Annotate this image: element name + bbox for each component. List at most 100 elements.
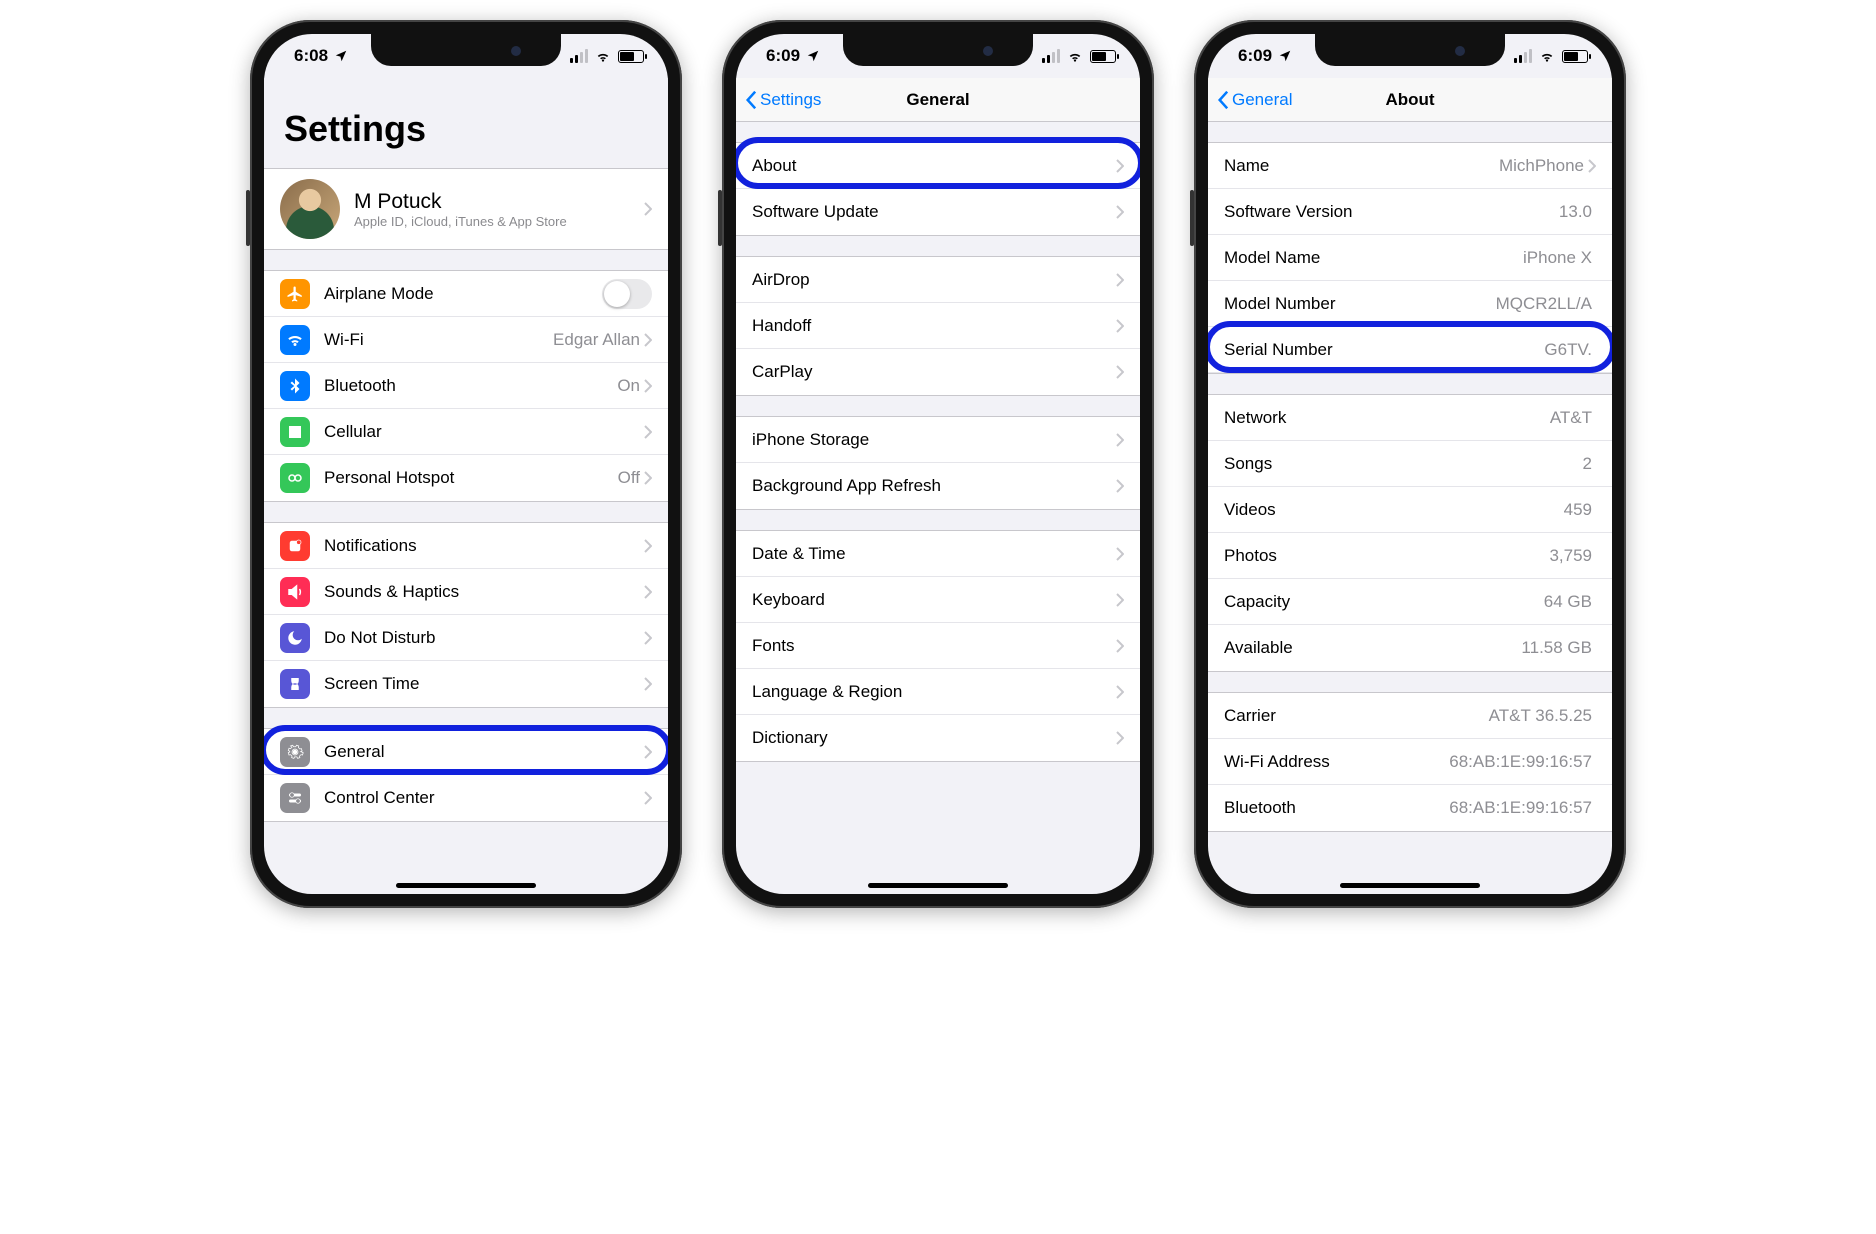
about-row-photos: Photos3,759 xyxy=(1208,533,1612,579)
settings-row-bluetooth[interactable]: Bluetooth On xyxy=(264,363,668,409)
settings-row-airplane[interactable]: Airplane Mode xyxy=(264,271,668,317)
chevron-right-icon xyxy=(1588,159,1596,173)
about-row-serial[interactable]: Serial NumberG6TV. xyxy=(1208,327,1612,373)
general-row-dictionary[interactable]: Dictionary xyxy=(736,715,1140,761)
cellular-icon xyxy=(280,417,310,447)
row-value: 68:AB:1E:99:16:57 xyxy=(1449,798,1592,818)
chevron-right-icon xyxy=(644,202,652,216)
home-indicator[interactable] xyxy=(396,883,536,888)
settings-row-dnd[interactable]: Do Not Disturb xyxy=(264,615,668,661)
row-label: Sounds & Haptics xyxy=(324,582,644,602)
about-row-network: NetworkAT&T xyxy=(1208,395,1612,441)
chevron-right-icon xyxy=(644,745,652,759)
about-row-songs: Songs2 xyxy=(1208,441,1612,487)
row-label: Model Name xyxy=(1224,248,1523,268)
back-button[interactable]: Settings xyxy=(744,90,821,110)
wifi-icon xyxy=(1538,49,1556,63)
row-label: Software Version xyxy=(1224,202,1559,222)
about-row-name[interactable]: Name MichPhone xyxy=(1208,143,1612,189)
cellular-signal-icon xyxy=(1514,49,1532,63)
airplane-toggle[interactable] xyxy=(602,279,652,309)
general-row-handoff[interactable]: Handoff xyxy=(736,303,1140,349)
settings-row-screentime[interactable]: Screen Time xyxy=(264,661,668,707)
home-indicator[interactable] xyxy=(868,883,1008,888)
location-icon xyxy=(1278,49,1292,63)
settings-row-cellular[interactable]: Cellular xyxy=(264,409,668,455)
page-title: Settings xyxy=(264,78,668,158)
nav-title: About xyxy=(1385,90,1434,110)
general-row-refresh[interactable]: Background App Refresh xyxy=(736,463,1140,509)
chevron-right-icon xyxy=(1116,685,1124,699)
row-value: 68:AB:1E:99:16:57 xyxy=(1449,752,1592,772)
settings-scroll[interactable]: Settings M Potuck Apple ID, iCloud, iTun… xyxy=(264,78,668,894)
chevron-right-icon xyxy=(1116,433,1124,447)
control-center-icon xyxy=(280,783,310,813)
row-value: 3,759 xyxy=(1549,546,1592,566)
battery-icon xyxy=(1562,50,1588,63)
row-label: Model Number xyxy=(1224,294,1496,314)
profile-name: M Potuck xyxy=(354,190,567,214)
notch xyxy=(1315,34,1505,66)
about-row-modelname[interactable]: Model NameiPhone X xyxy=(1208,235,1612,281)
row-label: Photos xyxy=(1224,546,1549,566)
about-row-modelnum[interactable]: Model NumberMQCR2LL/A xyxy=(1208,281,1612,327)
chevron-right-icon xyxy=(644,333,652,347)
general-row-about[interactable]: About xyxy=(736,143,1140,189)
apple-id-row[interactable]: M Potuck Apple ID, iCloud, iTunes & App … xyxy=(264,169,668,249)
general-row-datetime[interactable]: Date & Time xyxy=(736,531,1140,577)
general-row-fonts[interactable]: Fonts xyxy=(736,623,1140,669)
home-indicator[interactable] xyxy=(1340,883,1480,888)
about-row-btaddr: Bluetooth68:AB:1E:99:16:57 xyxy=(1208,785,1612,831)
chevron-right-icon xyxy=(644,425,652,439)
profile-subtitle: Apple ID, iCloud, iTunes & App Store xyxy=(354,214,567,229)
wifi-settings-icon xyxy=(280,325,310,355)
cellular-signal-icon xyxy=(570,49,588,63)
general-row-storage[interactable]: iPhone Storage xyxy=(736,417,1140,463)
row-label: Bluetooth xyxy=(324,376,617,396)
row-label: Personal Hotspot xyxy=(324,468,618,488)
row-value: 459 xyxy=(1564,500,1592,520)
settings-row-controlcenter[interactable]: Control Center xyxy=(264,775,668,821)
chevron-right-icon xyxy=(1116,639,1124,653)
battery-icon xyxy=(1090,50,1116,63)
wifi-icon xyxy=(594,49,612,63)
settings-row-wifi[interactable]: Wi-Fi Edgar Allan xyxy=(264,317,668,363)
row-value: iPhone X xyxy=(1523,248,1592,268)
settings-row-sounds[interactable]: Sounds & Haptics xyxy=(264,569,668,615)
general-row-airdrop[interactable]: AirDrop xyxy=(736,257,1140,303)
row-label: AirDrop xyxy=(752,270,1116,290)
phone-frame-3: 6:09 General About Name MichPhone xyxy=(1194,20,1626,908)
about-scroll[interactable]: Name MichPhone Software Version13.0 Mode… xyxy=(1208,122,1612,894)
back-button[interactable]: General xyxy=(1216,90,1292,110)
general-row-carplay[interactable]: CarPlay xyxy=(736,349,1140,395)
row-label: Software Update xyxy=(752,202,1116,222)
general-row-keyboard[interactable]: Keyboard xyxy=(736,577,1140,623)
avatar xyxy=(280,179,340,239)
row-label: Songs xyxy=(1224,454,1583,474)
location-icon xyxy=(334,49,348,63)
about-row-swver[interactable]: Software Version13.0 xyxy=(1208,189,1612,235)
settings-row-general[interactable]: General xyxy=(264,729,668,775)
row-label: About xyxy=(752,156,1116,176)
chevron-right-icon xyxy=(1116,479,1124,493)
screen-about: 6:09 General About Name MichPhone xyxy=(1208,34,1612,894)
row-value: AT&T 36.5.25 xyxy=(1489,706,1592,726)
row-label: Carrier xyxy=(1224,706,1489,726)
general-row-software[interactable]: Software Update xyxy=(736,189,1140,235)
row-value: 13.0 xyxy=(1559,202,1592,222)
back-label: General xyxy=(1232,90,1292,110)
row-value: On xyxy=(617,376,640,396)
settings-row-hotspot[interactable]: Personal Hotspot Off xyxy=(264,455,668,501)
settings-row-notifications[interactable]: Notifications xyxy=(264,523,668,569)
general-scroll[interactable]: About Software Update AirDrop Handoff Ca… xyxy=(736,122,1140,894)
battery-icon xyxy=(618,50,644,63)
chevron-right-icon xyxy=(1116,205,1124,219)
row-label: Available xyxy=(1224,638,1521,658)
row-label: Date & Time xyxy=(752,544,1116,564)
row-value: 11.58 GB xyxy=(1521,638,1592,658)
about-row-capacity: Capacity64 GB xyxy=(1208,579,1612,625)
row-value: MQCR2LL/A xyxy=(1496,294,1592,314)
chevron-right-icon xyxy=(644,379,652,393)
cellular-signal-icon xyxy=(1042,49,1060,63)
general-row-language[interactable]: Language & Region xyxy=(736,669,1140,715)
